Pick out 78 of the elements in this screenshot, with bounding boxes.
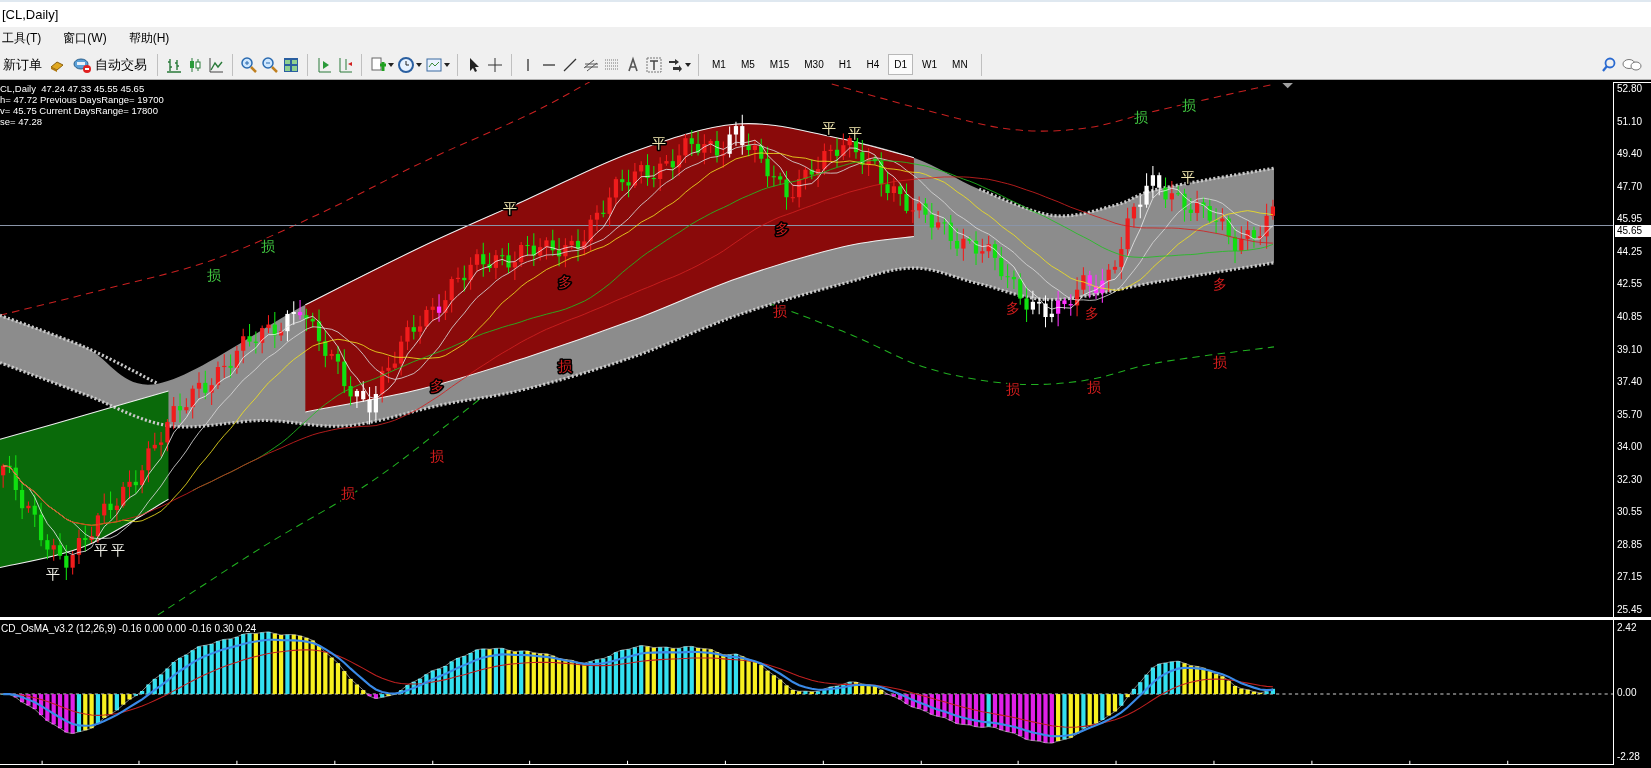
signal-marker: 平 [110,542,125,558]
timeframe-button[interactable]: M5 [734,54,761,75]
menu-item[interactable]: 窗口(W) [61,30,109,47]
signal-marker: 多 [1213,276,1228,293]
signal-marker: 多 [558,273,573,290]
caret-icon[interactable] [388,62,394,67]
indicator-axis-label: -2.28 [1617,751,1641,763]
price-axis-label: 42.55 [1617,278,1644,291]
timeframe-button[interactable]: M1 [706,54,732,75]
price-axis-label: 25.45 [1617,604,1644,616]
signal-marker: 多 [1084,305,1099,322]
new-order-button[interactable]: 新订单 [0,53,45,76]
chart-info-text: CL,Daily 47.24 47.33 45.55 45.65 [0,83,146,94]
price-axis-label: 44.25 [1617,245,1644,258]
price-axis-label: 47.70 [1617,180,1644,193]
price-axis-label: 37.40 [1617,376,1644,389]
price-axis-label: 27.15 [1617,571,1644,584]
search-icon[interactable] [1600,55,1618,74]
text-label-icon[interactable] [645,55,663,74]
chart-info-text: v= 45.75 Current DaysRange= 17800 [0,105,159,116]
signal-marker: 损 [1005,381,1020,398]
tile-windows-icon[interactable] [282,55,300,74]
zoom-out-icon[interactable] [261,55,279,74]
timeframe-button[interactable]: D1 [888,54,914,75]
indicator-title: CD_OsMA_v3.2 (12,26,9) -0.16 0.00 0.00 -0.16 0.30 0.24 [1,623,257,634]
signal-marker: 平 [1180,168,1195,185]
timeframe-button[interactable]: M30 [798,54,830,75]
timeframe-button[interactable]: H1 [832,54,858,75]
caret-icon[interactable] [444,62,450,67]
signal-marker: 平 [847,124,862,141]
indicator-axis-label: 2.42 [1617,622,1638,634]
chart-info-text: se= 47.28 [0,116,43,127]
line-chart-icon[interactable] [207,55,225,74]
price-axis-label: 45.95 [1617,213,1644,226]
price-axis-label: 49.40 [1617,148,1644,161]
price-axis-label: 28.85 [1617,538,1644,551]
signal-marker: 损 [558,358,573,375]
signal-marker: 多 [1005,300,1020,317]
price-axis-label: 51.10 [1617,115,1644,128]
auto-scroll-icon[interactable] [336,55,354,74]
robot-icon [72,55,92,74]
price-axis-label: 35.70 [1617,408,1644,421]
window-title: [CL,Daily] [1,7,59,22]
signal-marker: 损 [1181,97,1196,114]
signal-marker: 损 [1086,379,1101,396]
signal-marker: 平 [94,542,109,558]
indicator-axis-label: 0.00 [1617,686,1638,699]
timeframe-button[interactable]: M15 [763,54,796,75]
chart-info-text: h= 47.72 Previous DaysRange= 19700 [0,94,164,105]
price-axis-label: 32.30 [1617,473,1644,486]
price-axis-label: 40.85 [1617,310,1644,323]
timeframe-button[interactable]: H4 [860,54,886,75]
signal-marker: 损 [773,303,788,320]
clock-icon[interactable] [397,55,415,74]
price-axis-label: 39.10 [1617,343,1644,356]
auto-trading-button[interactable]: 自动交易 [69,53,150,76]
caret-icon[interactable] [685,62,691,67]
current-price-tag: 45.65 [1615,225,1651,238]
chart-shift-icon[interactable] [315,55,333,74]
zoom-in-icon[interactable] [240,55,258,74]
timeframe-button[interactable]: W1 [916,54,944,75]
signal-marker: 损 [1134,108,1149,125]
price-axis-label: 52.80 [1617,83,1644,95]
chart-shift-marker [1282,83,1293,89]
signal-marker: 损 [261,238,276,255]
menu-item[interactable]: 工具(T) [0,30,44,47]
signal-marker: 损 [341,485,356,502]
signal-marker: 损 [1213,353,1228,370]
signal-marker: 多 [775,221,790,238]
signal-marker: 损 [429,448,444,465]
timeframe-button[interactable]: MN [946,54,974,75]
signal-marker: 平 [821,120,836,137]
price-axis-label: 30.55 [1617,506,1644,519]
signal-marker: 平 [45,566,60,583]
caret-icon[interactable] [416,62,422,67]
price-axis-label: 34.00 [1617,441,1644,454]
menu-item[interactable]: 帮助(H) [126,30,172,47]
signal-marker: 损 [206,266,221,283]
